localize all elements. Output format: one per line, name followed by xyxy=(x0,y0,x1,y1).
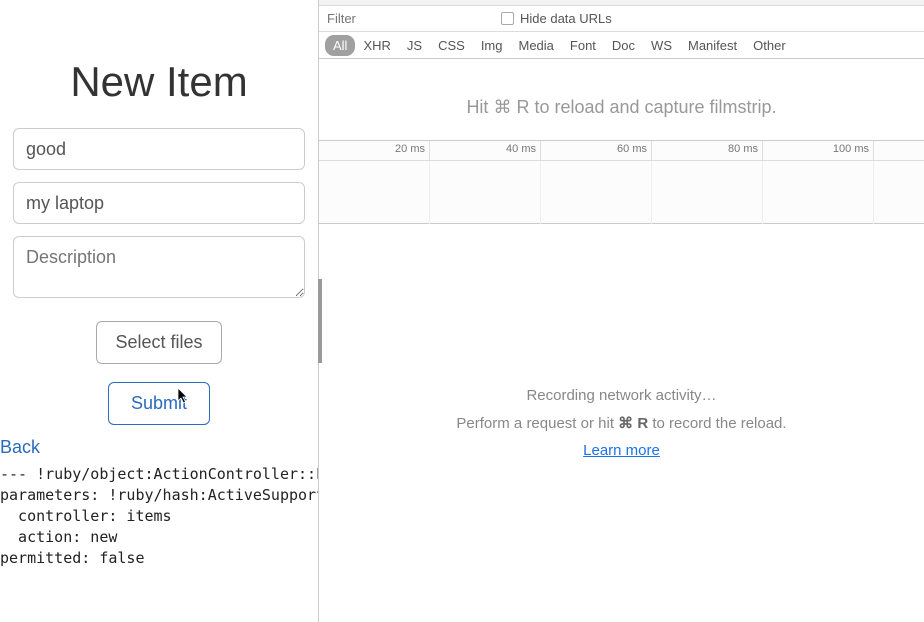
back-link[interactable]: Back xyxy=(0,437,318,458)
hide-data-urls-label: Hide data URLs xyxy=(520,11,612,26)
empty-state: Recording network activity… Perform a re… xyxy=(319,224,924,622)
app-page: New Item Select files Submit Back --- !r… xyxy=(0,0,318,622)
cmd-shortcut: ⌘ R xyxy=(618,415,648,432)
empty-line-2: Perform a request or hit ⌘ R to record t… xyxy=(456,414,786,432)
filter-row: Hide data URLs xyxy=(319,6,924,32)
field-1-input[interactable] xyxy=(13,128,305,170)
checkbox-icon[interactable] xyxy=(501,12,514,25)
page-title: New Item xyxy=(0,58,318,106)
type-filter-css[interactable]: CSS xyxy=(430,35,473,56)
timeline-tick: 100 ms xyxy=(319,141,874,160)
type-filter-other[interactable]: Other xyxy=(745,35,794,56)
hint-text: to reload and capture filmstrip. xyxy=(529,97,776,117)
select-files-button[interactable]: Select files xyxy=(96,321,221,364)
type-filter-doc[interactable]: Doc xyxy=(604,35,643,56)
debug-params-dump: --- !ruby/object:ActionController::Par p… xyxy=(0,464,318,569)
type-filter-xhr[interactable]: XHR xyxy=(355,35,398,56)
empty-line-1: Recording network activity… xyxy=(526,387,716,404)
devtools-network-panel: Hide data URLs AllXHRJSCSSImgMediaFontDo… xyxy=(318,0,924,622)
type-filter-manifest[interactable]: Manifest xyxy=(680,35,745,56)
hint-text: Hit xyxy=(466,97,493,117)
hide-data-urls-toggle[interactable]: Hide data URLs xyxy=(501,11,612,26)
resize-handle[interactable] xyxy=(318,279,322,363)
field-2-input[interactable] xyxy=(13,182,305,224)
filter-input[interactable] xyxy=(327,11,447,26)
filmstrip-hint: Hit ⌘ R to reload and capture filmstrip. xyxy=(319,59,924,140)
type-filter-img[interactable]: Img xyxy=(473,35,511,56)
learn-more-link[interactable]: Learn more xyxy=(583,442,660,459)
timeline-column xyxy=(319,161,874,224)
type-filter-all[interactable]: All xyxy=(325,35,355,56)
timeline-body xyxy=(319,161,924,224)
description-textarea[interactable] xyxy=(13,236,305,298)
cmd-shortcut: ⌘ R xyxy=(493,97,529,117)
type-filter-media[interactable]: Media xyxy=(510,35,561,56)
form: Select files Submit xyxy=(0,128,318,425)
timeline[interactable]: 20 ms40 ms60 ms80 ms100 ms xyxy=(319,140,924,224)
submit-button[interactable]: Submit xyxy=(108,382,210,425)
type-filter-row: AllXHRJSCSSImgMediaFontDocWSManifestOthe… xyxy=(319,32,924,59)
empty-text: Perform a request or hit xyxy=(456,415,618,432)
type-filter-ws[interactable]: WS xyxy=(643,35,680,56)
empty-text: to record the reload. xyxy=(648,415,786,432)
timeline-ruler: 20 ms40 ms60 ms80 ms100 ms xyxy=(319,141,924,161)
type-filter-font[interactable]: Font xyxy=(562,35,604,56)
type-filter-js[interactable]: JS xyxy=(399,35,430,56)
